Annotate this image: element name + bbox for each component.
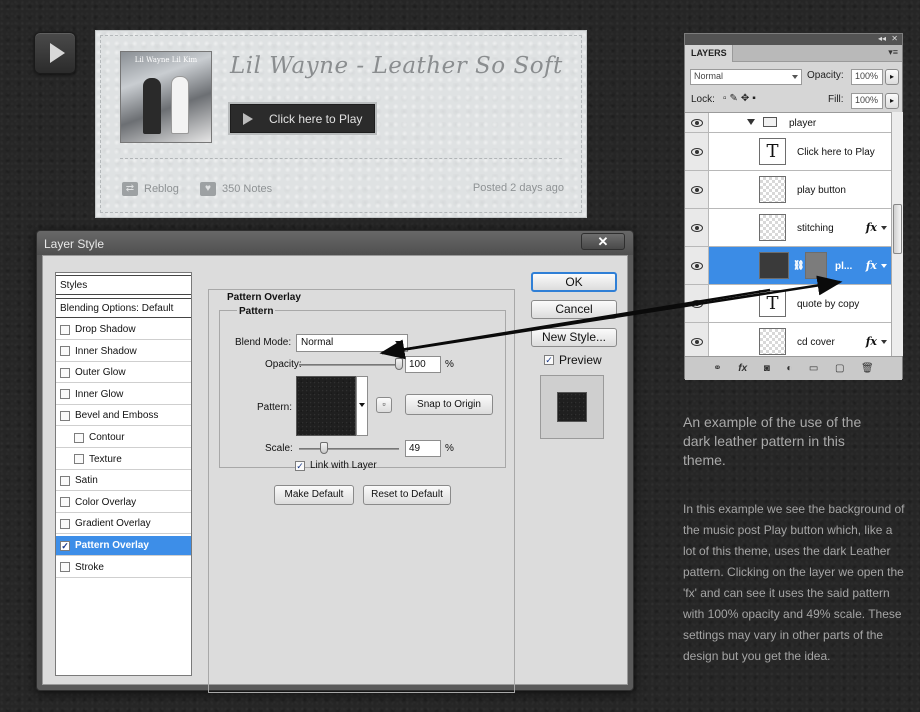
- caption-text: An example of the use of the dark leathe…: [683, 414, 862, 468]
- arrow-to-layer: [381, 275, 843, 355]
- description-text: In this example we see the background of…: [683, 502, 905, 663]
